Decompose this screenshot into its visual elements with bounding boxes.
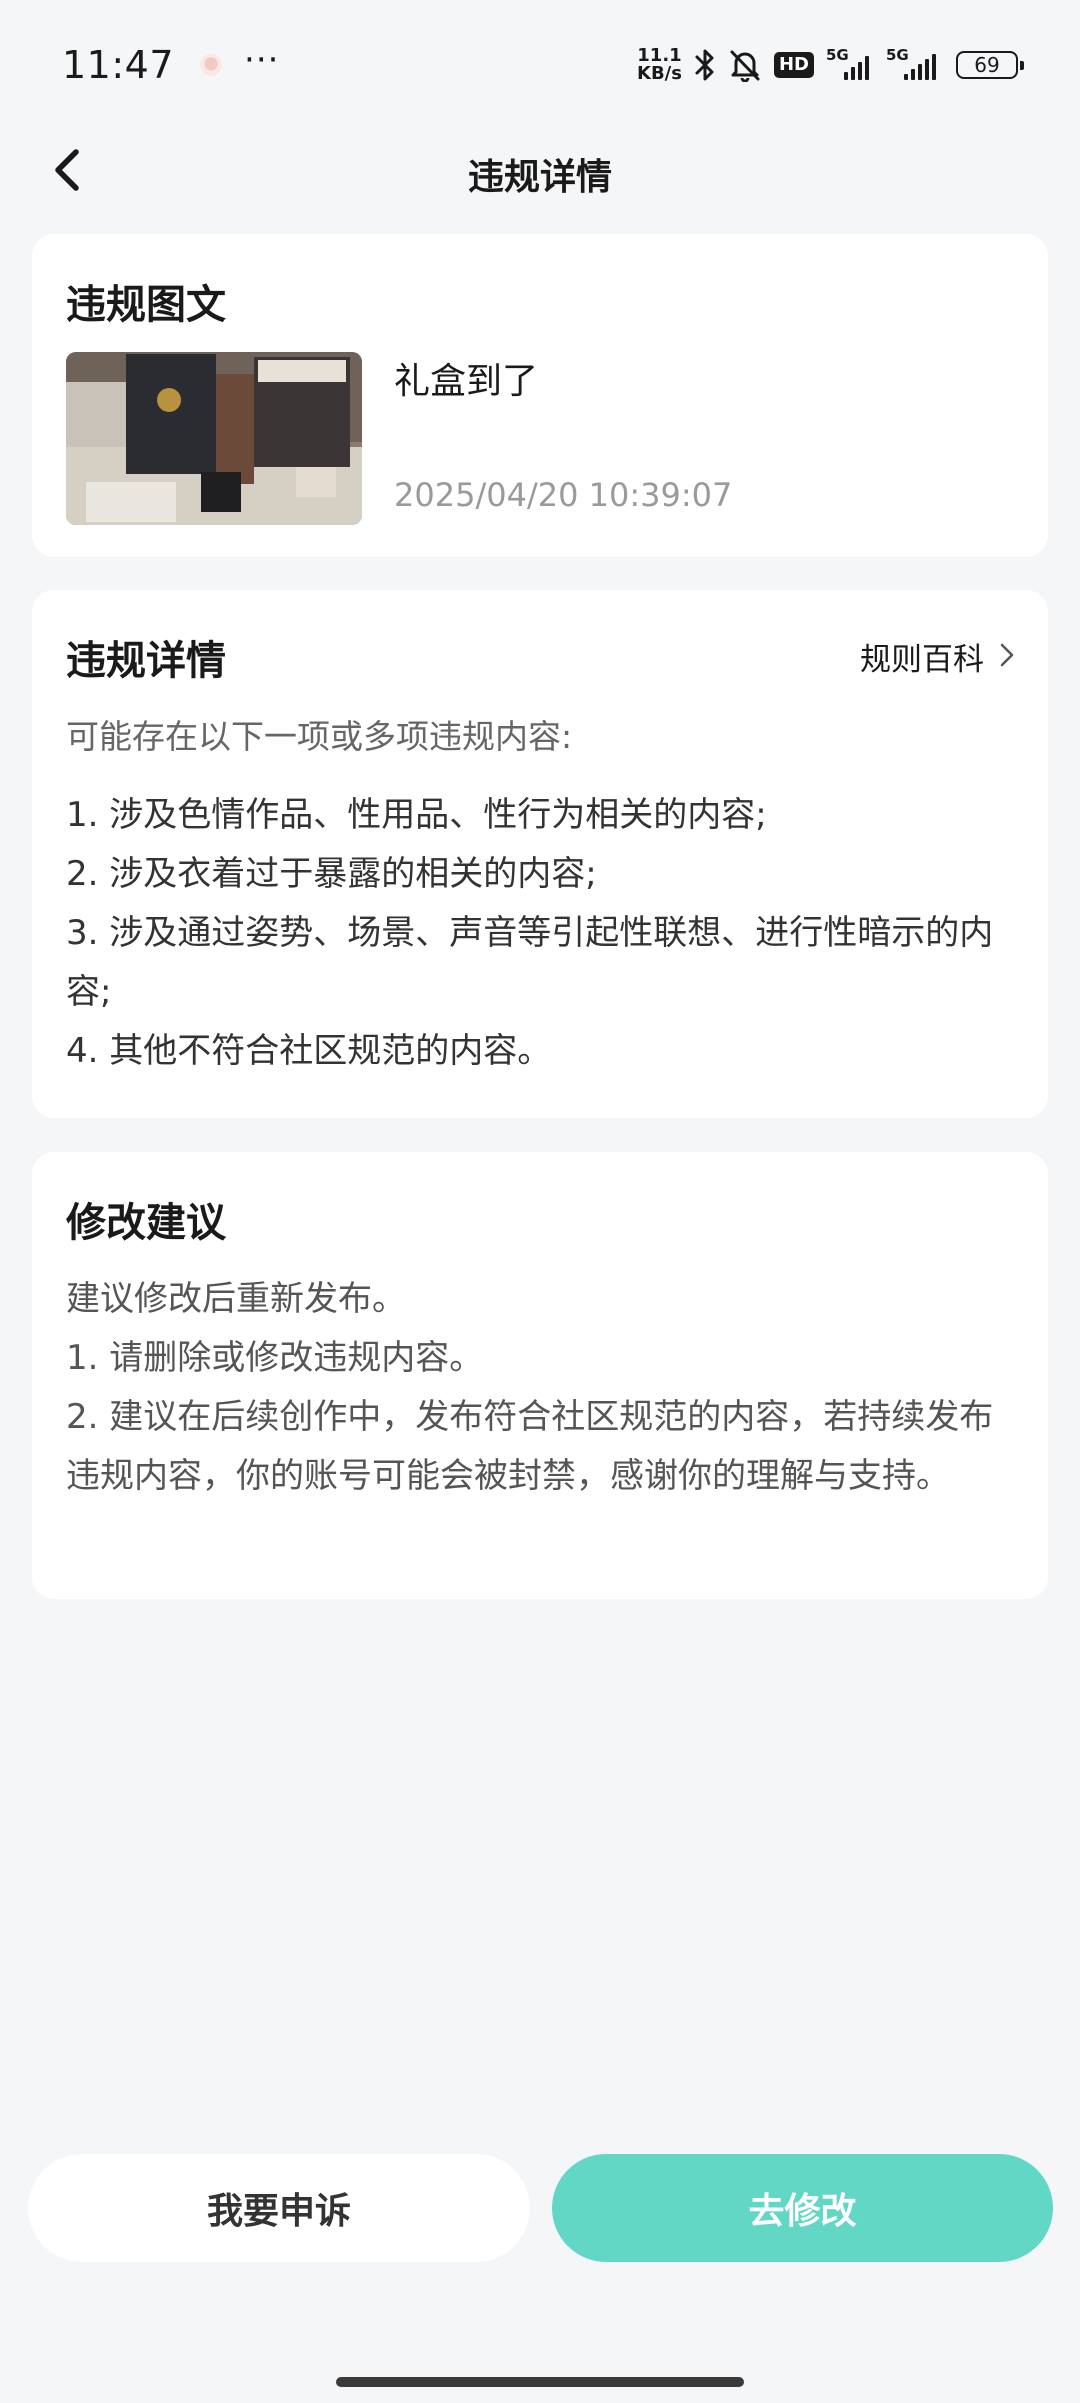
violation-detail-card: 违规详情 规则百科 可能存在以下一项或多项违规内容: 1. 涉及色情作品、性用品… [32,590,1048,1118]
more-notifications-icon: ··· [244,40,280,80]
post-timestamp: 2025/04/20 10:39:07 [394,476,733,514]
suggestion-list: 建议修改后重新发布。 1. 请删除或修改违规内容。 2. 建议在后续创作中，发布… [66,1270,1026,1506]
signal-1-label: 5G [826,46,849,64]
card-title: 违规详情 [66,638,226,684]
appeal-button[interactable]: 我要申诉 [28,2154,530,2262]
violating-post-card: 违规图文 礼盒到了 2025/04/20 10:39:07 [32,234,1048,557]
battery-level: 69 [974,53,1000,77]
list-item: 1. 请删除或修改违规内容。 [66,1338,484,1378]
card-title: 修改建议 [66,1200,226,1246]
suggestion-card: 修改建议 建议修改后重新发布。 1. 请删除或修改违规内容。 2. 建议在后续创… [32,1152,1048,1599]
list-item: 建议修改后重新发布。 [66,1279,406,1319]
list-item: 2. 建议在后续创作中，发布符合社区规范的内容，若持续发布违规内容，你的账号可能… [66,1397,994,1496]
list-item: 3. 涉及通过姿势、场景、声音等引起性联想、进行性暗示的内容; [66,913,994,1012]
bluetooth-icon [694,48,716,82]
violation-list: 1. 涉及色情作品、性用品、性行为相关的内容; 2. 涉及衣着过于暴露的相关的内… [66,786,1026,1081]
detail-intro: 可能存在以下一项或多项违规内容: [66,717,573,756]
page-header: 违规详情 [0,130,1080,210]
status-time: 11:47 [62,43,175,87]
list-item: 1. 涉及色情作品、性用品、性行为相关的内容; [66,795,767,835]
signal-2-icon: 5G [886,46,944,80]
list-item: 2. 涉及衣着过于暴露的相关的内容; [66,854,597,894]
page-title: 违规详情 [467,157,612,198]
card-title: 违规图文 [66,282,226,328]
app-notification-icon [200,54,223,76]
home-indicator[interactable] [336,2377,744,2387]
status-bar: 11:47 ··· 11.1 KB/s HD 5G 5G 69 [0,0,1080,130]
mute-bell-icon [728,48,762,82]
network-speed-unit: KB/s [637,63,682,84]
post-thumbnail[interactable] [66,352,362,525]
edit-button[interactable]: 去修改 [552,2154,1053,2262]
signal-2-label: 5G [886,46,909,64]
rules-encyclopedia-link[interactable]: 规则百科 [860,634,1014,679]
signal-1-icon: 5G [826,46,874,80]
network-speed: 11.1 KB/s [637,47,682,83]
battery-icon: 69 [956,51,1024,79]
rules-link-label: 规则百科 [860,642,984,678]
post-text: 礼盒到了 [394,361,539,402]
hd-badge: HD [773,52,814,78]
chevron-right-icon [1000,639,1014,675]
status-icons: 11.1 KB/s HD 5G 5G 69 [637,46,1024,83]
list-item: 4. 其他不符合社区规范的内容。 [66,1031,552,1071]
